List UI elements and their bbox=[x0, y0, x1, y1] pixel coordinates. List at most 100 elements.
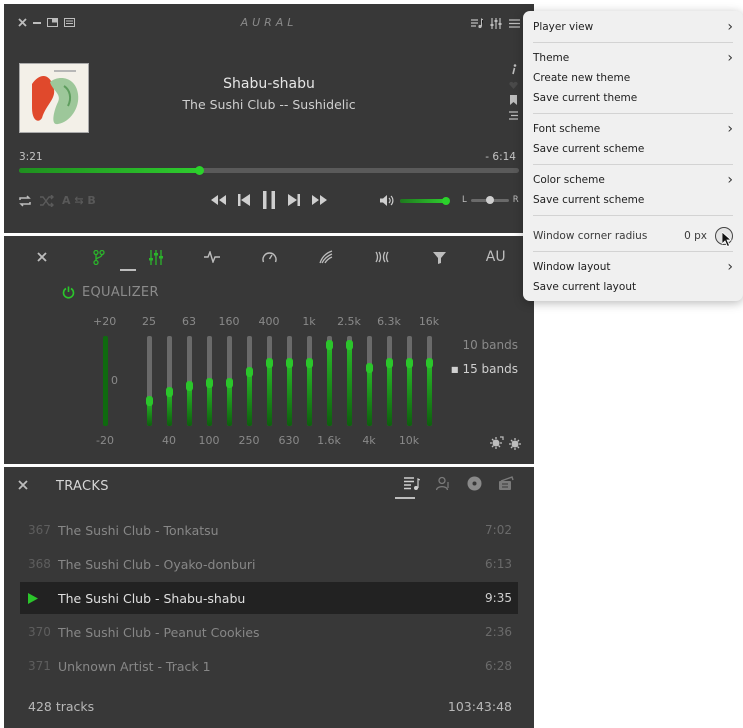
next-icon[interactable] bbox=[288, 194, 300, 206]
eq-band-freq-label: 1.6k bbox=[317, 434, 341, 447]
track-artist-album: The Sushi Club -- Sushidelic bbox=[182, 97, 356, 112]
eq-band-slider[interactable] bbox=[405, 336, 413, 426]
info-icon[interactable] bbox=[511, 64, 517, 75]
eq-band-knob[interactable] bbox=[145, 395, 153, 406]
track-row[interactable]: 367 The Sushi Club - Tonkatsu 7:02 bbox=[20, 514, 518, 546]
albums-view-icon[interactable] bbox=[467, 476, 482, 491]
favorite-icon[interactable] bbox=[509, 81, 518, 89]
menu-item-label: Window layout bbox=[533, 261, 611, 273]
preamp-slider[interactable] bbox=[102, 336, 108, 426]
eq-band-knob[interactable] bbox=[325, 340, 333, 350]
tab-master[interactable] bbox=[71, 246, 128, 268]
volume-icon[interactable] bbox=[380, 195, 395, 206]
tab-audio-units[interactable]: AU bbox=[467, 246, 524, 268]
eq-band-slider[interactable] bbox=[265, 336, 273, 426]
eq-band-knob[interactable] bbox=[345, 340, 353, 350]
cursor-pointer-icon bbox=[722, 232, 733, 248]
menu-icon[interactable] bbox=[509, 19, 520, 28]
track-row-playing[interactable]: The Sushi Club - Shabu-shabu 9:35 bbox=[20, 582, 518, 614]
eq-band-slider[interactable] bbox=[145, 336, 153, 426]
eq-band-slider[interactable] bbox=[365, 336, 373, 426]
eq-band-slider[interactable] bbox=[245, 336, 253, 426]
menu-item-player-view[interactable]: Player view › bbox=[533, 20, 733, 34]
tab-pitch[interactable] bbox=[184, 246, 241, 268]
close-icon[interactable] bbox=[14, 246, 71, 268]
eq-band-slider[interactable] bbox=[385, 336, 393, 426]
previous-icon[interactable] bbox=[238, 194, 250, 206]
bands-15-option[interactable]: ■ 15 bands bbox=[451, 362, 518, 376]
eq-band-knob[interactable] bbox=[425, 358, 433, 368]
tab-time[interactable] bbox=[241, 246, 298, 268]
volume-slider[interactable] bbox=[400, 196, 450, 205]
eq-band-slider[interactable] bbox=[285, 336, 293, 426]
eq-band-slider[interactable] bbox=[225, 336, 233, 426]
eq-band-slider[interactable] bbox=[325, 336, 333, 426]
menu-item-save-color-scheme[interactable]: Save current scheme bbox=[533, 194, 733, 206]
corner-radius-stepper[interactable] bbox=[715, 227, 733, 248]
track-duration: 7:02 bbox=[485, 523, 512, 537]
menu-item-window-layout[interactable]: Window layout › bbox=[533, 260, 733, 274]
track-name: The Sushi Club - Peanut Cookies bbox=[58, 624, 260, 640]
eq-band-knob[interactable] bbox=[205, 377, 213, 388]
remaining-time[interactable]: - 6:14 bbox=[485, 151, 516, 163]
menu-item-theme[interactable]: Theme › bbox=[533, 51, 733, 65]
seek-slider[interactable] bbox=[19, 166, 519, 175]
equalizer-icon bbox=[148, 249, 163, 265]
eq-band-slider[interactable] bbox=[205, 336, 213, 426]
volume-knob[interactable] bbox=[442, 196, 450, 205]
menu-item-save-theme[interactable]: Save current theme bbox=[533, 92, 733, 104]
eq-band-knob[interactable] bbox=[405, 358, 413, 368]
menu-item-save-layout[interactable]: Save current layout bbox=[533, 281, 733, 293]
seek-forward-icon[interactable] bbox=[312, 195, 327, 205]
close-icon[interactable] bbox=[18, 480, 28, 490]
track-row[interactable]: 370 The Sushi Club - Peanut Cookies 2:36 bbox=[20, 616, 518, 648]
track-side-actions bbox=[509, 64, 518, 120]
eq-band-knob[interactable] bbox=[265, 358, 273, 368]
eq-band-knob[interactable] bbox=[185, 380, 193, 391]
pan-left-label: L bbox=[462, 195, 467, 205]
eq-settings-icon[interactable] bbox=[508, 436, 522, 450]
eq-band-knob[interactable] bbox=[225, 377, 233, 388]
bookmark-icon[interactable] bbox=[510, 95, 517, 105]
seek-backward-icon[interactable] bbox=[211, 195, 226, 205]
eq-band-knob[interactable] bbox=[385, 358, 393, 368]
tab-delay[interactable] bbox=[354, 246, 411, 268]
menu-item-save-font-scheme[interactable]: Save current scheme bbox=[533, 143, 733, 155]
eq-band-slider[interactable] bbox=[305, 336, 313, 426]
pause-icon[interactable] bbox=[262, 191, 276, 209]
pan-slider[interactable] bbox=[470, 196, 509, 204]
bands-15-label: 15 bands bbox=[462, 362, 518, 376]
menu-item-color-scheme[interactable]: Color scheme › bbox=[533, 173, 733, 187]
eq-band-knob[interactable] bbox=[305, 358, 313, 368]
effects-icon[interactable] bbox=[490, 18, 502, 29]
eq-band-slider[interactable] bbox=[345, 336, 353, 426]
eq-band-slider[interactable] bbox=[425, 336, 433, 426]
menu-item-label: Theme bbox=[533, 52, 570, 64]
artists-view-icon[interactable] bbox=[436, 476, 451, 491]
pan-knob[interactable] bbox=[485, 196, 494, 204]
eq-band-knob[interactable] bbox=[285, 358, 293, 368]
chapters-icon[interactable] bbox=[509, 111, 518, 120]
eq-band-knob[interactable] bbox=[365, 362, 373, 373]
genres-view-icon[interactable] bbox=[498, 476, 514, 491]
track-row[interactable]: 368 The Sushi Club - Oyako-donburi 6:13 bbox=[20, 548, 518, 580]
eq-band-slider[interactable] bbox=[165, 336, 173, 426]
tracks-view-icon[interactable] bbox=[404, 476, 420, 491]
bands-10-option[interactable]: 10 bands bbox=[462, 338, 518, 352]
eq-band-knob[interactable] bbox=[165, 386, 173, 397]
speedometer-icon bbox=[261, 252, 277, 263]
tab-equalizer[interactable] bbox=[127, 246, 184, 268]
eq-band-knob[interactable] bbox=[245, 367, 253, 377]
menu-item-font-scheme[interactable]: Font scheme › bbox=[533, 122, 733, 136]
eq-band-fill bbox=[186, 385, 192, 426]
elapsed-time[interactable]: 3:21 bbox=[19, 151, 43, 163]
eq-band-slider[interactable] bbox=[185, 336, 193, 426]
tab-filter[interactable] bbox=[411, 246, 468, 268]
playlist-icon[interactable] bbox=[471, 18, 483, 29]
seek-knob[interactable] bbox=[195, 166, 204, 175]
power-icon[interactable] bbox=[62, 286, 75, 299]
eq-presets-icon[interactable] bbox=[490, 436, 504, 450]
menu-item-create-theme[interactable]: Create new theme bbox=[533, 72, 733, 84]
tab-reverb[interactable] bbox=[297, 246, 354, 268]
track-row[interactable]: 371 Unknown Artist - Track 1 6:28 bbox=[20, 650, 518, 682]
